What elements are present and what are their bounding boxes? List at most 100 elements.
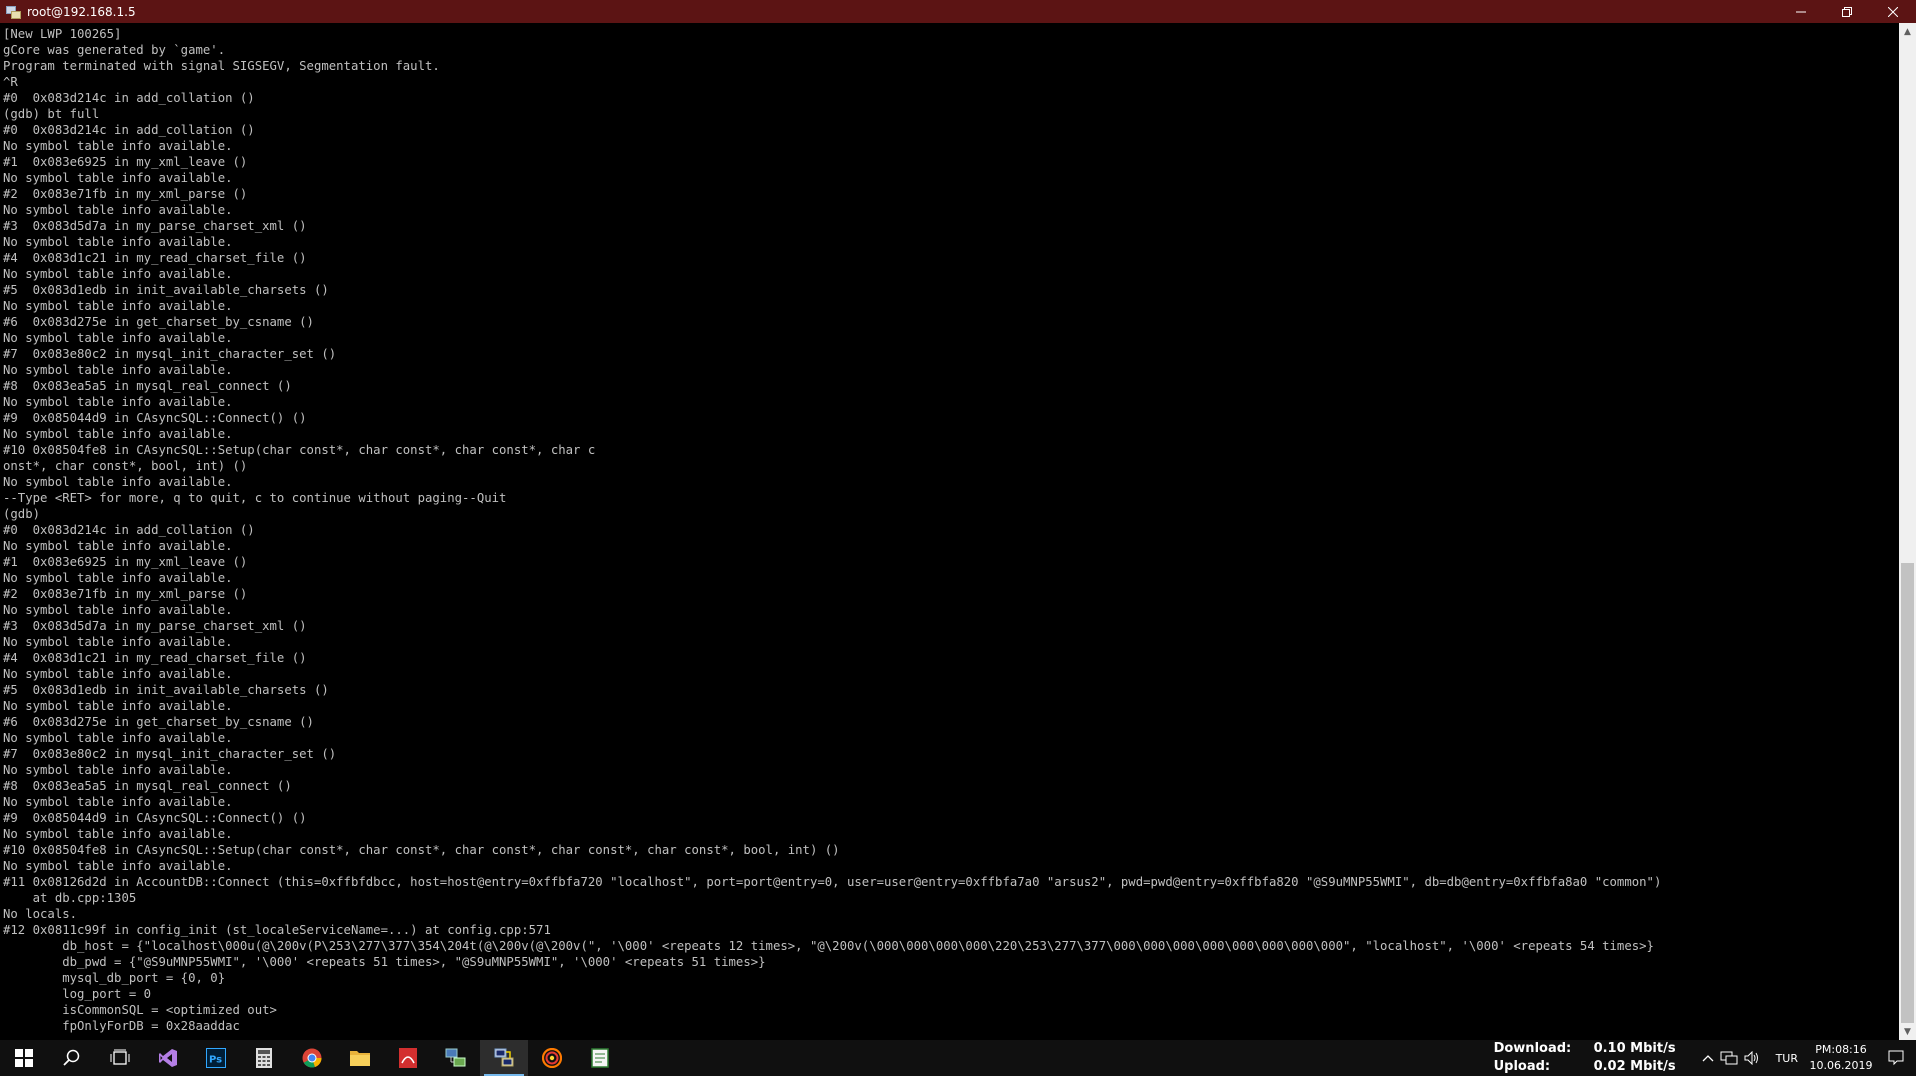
clock[interactable]: PM:08:16 10.06.2019 — [1806, 1042, 1876, 1074]
terminal-line: No symbol table info available. — [3, 203, 233, 217]
chrome-button[interactable] — [288, 1040, 336, 1076]
task-view-icon — [110, 1049, 130, 1065]
visual-studio-button[interactable] — [144, 1040, 192, 1076]
terminal-line: #6 0x083d275e in get_charset_by_csname (… — [3, 315, 314, 329]
terminal-line: #1 0x083e6925 in my_xml_leave () — [3, 155, 248, 169]
terminal-line: No symbol table info available. — [3, 667, 233, 681]
network-app-button[interactable] — [432, 1040, 480, 1076]
notification-center-button[interactable] — [1876, 1040, 1916, 1076]
close-icon — [1888, 6, 1898, 17]
download-value: 0.10 Mbit/s — [1593, 1041, 1676, 1056]
colorful-circle-icon — [542, 1048, 562, 1068]
minimize-button[interactable] — [1778, 0, 1824, 23]
terminal-line: No symbol table info available. — [3, 571, 233, 585]
terminal-line: #9 0x085044d9 in CAsyncSQL::Connect() () — [3, 811, 307, 825]
terminal-line: #3 0x083d5d7a in my_parse_charset_xml () — [3, 219, 307, 233]
folder-icon — [350, 1051, 370, 1066]
upload-label: Upload: — [1493, 1059, 1551, 1074]
start-button[interactable] — [0, 1040, 48, 1076]
calculator-icon — [256, 1048, 272, 1068]
terminal-line: No symbol table info available. — [3, 635, 233, 649]
scroll-down-icon[interactable]: ▼ — [1899, 1023, 1916, 1040]
terminal-line: #10 0x08504fe8 in CAsyncSQL::Setup(char … — [3, 843, 840, 857]
window-title: root@192.168.1.5 — [27, 4, 136, 19]
notepad-button[interactable] — [576, 1040, 624, 1076]
terminal-line: #0 0x083d214c in add_collation () — [3, 91, 255, 105]
restore-button[interactable] — [1824, 0, 1870, 23]
colorful-app-button[interactable] — [528, 1040, 576, 1076]
search-icon — [63, 1049, 80, 1066]
scroll-up-icon[interactable]: ▲ — [1899, 23, 1916, 40]
tray-icons — [1702, 1051, 1760, 1065]
volume-icon[interactable] — [1744, 1051, 1760, 1065]
terminal-line: (gdb) bt full — [3, 107, 100, 121]
terminal-line: log_port = 0 — [3, 987, 152, 1001]
terminal-line: gCore was generated by `game'. — [3, 43, 226, 57]
terminal-line: --Type <RET> for more, q to quit, c to c… — [3, 491, 507, 505]
terminal-line: No symbol table info available. — [3, 427, 233, 441]
terminal-line: No symbol table info available. — [3, 699, 233, 713]
putty-button[interactable] — [480, 1040, 528, 1076]
terminal-line: #1 0x083e6925 in my_xml_leave () — [3, 555, 248, 569]
terminal-line: No symbol table info available. — [3, 235, 233, 249]
terminal-line: No symbol table info available. — [3, 731, 233, 745]
terminal-line: #12 0x0811c99f in config_init (st_locale… — [3, 923, 551, 937]
terminal-line: ^R — [3, 75, 18, 89]
terminal-line: #7 0x083e80c2 in mysql_init_character_se… — [3, 747, 337, 761]
restore-icon — [1842, 6, 1852, 17]
search-button[interactable] — [48, 1040, 96, 1076]
terminal-line: fpOnlyForDB = 0x28aaddac — [3, 1019, 240, 1033]
terminal-line: #11 0x08126d2d in AccountDB::Connect (th… — [3, 875, 1662, 889]
terminal-line: #5 0x083d1edb in init_available_charsets… — [3, 683, 329, 697]
visual-studio-icon — [159, 1049, 177, 1067]
terminal-line: at db.cpp:1305 — [3, 891, 137, 905]
network-computers-icon — [445, 1048, 466, 1067]
taskbar: Ps Download: Upload: 0.10 Mbit/s 0.02 Mb… — [0, 1040, 1916, 1076]
terminal-line: #2 0x083e71fb in my_xml_parse () — [3, 187, 248, 201]
language-indicator[interactable]: TUR — [1776, 1052, 1798, 1065]
notification-icon — [1888, 1050, 1904, 1066]
terminal-line: No symbol table info available. — [3, 363, 233, 377]
network-icon[interactable] — [1720, 1051, 1738, 1065]
scrollbar-thumb[interactable] — [1901, 563, 1914, 1023]
task-view-button[interactable] — [96, 1040, 144, 1076]
photoshop-button[interactable]: Ps — [192, 1040, 240, 1076]
calculator-button[interactable] — [240, 1040, 288, 1076]
putty-icon[interactable] — [5, 4, 21, 20]
window-controls — [1778, 0, 1916, 23]
notepad-icon — [591, 1048, 609, 1068]
terminal-line: db_pwd = {"@S9uMNP55WMI", '\000' <repeat… — [3, 955, 766, 969]
terminal-line: #9 0x085044d9 in CAsyncSQL::Connect() () — [3, 411, 307, 425]
pdf-app-button[interactable] — [384, 1040, 432, 1076]
network-speed-labels: Download: Upload: — [1494, 1040, 1594, 1076]
chevron-up-icon[interactable] — [1702, 1053, 1714, 1063]
terminal-line: [New LWP 100265] — [3, 27, 122, 41]
terminal-line: #5 0x083d1edb in init_available_charsets… — [3, 283, 329, 297]
upload-value: 0.02 Mbit/s — [1593, 1059, 1676, 1074]
file-explorer-button[interactable] — [336, 1040, 384, 1076]
terminal-output[interactable]: [New LWP 100265] gCore was generated by `… — [3, 26, 1898, 1038]
terminal-line: #0 0x083d214c in add_collation () — [3, 123, 255, 137]
title-bar: root@192.168.1.5 — [0, 0, 1916, 23]
terminal-line: No symbol table info available. — [3, 299, 233, 313]
pdf-icon — [399, 1048, 417, 1068]
terminal-line: #3 0x083d5d7a in my_parse_charset_xml () — [3, 619, 307, 633]
terminal-line: #8 0x083ea5a5 in mysql_real_connect () — [3, 779, 292, 793]
terminal-line: #4 0x083d1c21 in my_read_charset_file () — [3, 251, 307, 265]
terminal-line: #10 0x08504fe8 in CAsyncSQL::Setup(char … — [3, 443, 596, 457]
terminal-line: #7 0x083e80c2 in mysql_init_character_se… — [3, 347, 337, 361]
windows-logo-icon — [15, 1049, 33, 1067]
terminal-line: isCommonSQL = <optimized out> — [3, 1003, 277, 1017]
download-label: Download: — [1493, 1041, 1572, 1056]
terminal-line: No symbol table info available. — [3, 475, 233, 489]
clock-date: 10.06.2019 — [1809, 1059, 1873, 1072]
svg-text:Ps: Ps — [209, 1055, 222, 1066]
terminal-line: Program terminated with signal SIGSEGV, … — [3, 59, 440, 73]
terminal-line: No symbol table info available. — [3, 267, 233, 281]
close-button[interactable] — [1870, 0, 1916, 23]
network-speed-values: 0.10 Mbit/s 0.02 Mbit/s — [1594, 1040, 1694, 1076]
terminal-line: No locals. — [3, 907, 78, 921]
system-tray: Download: Upload: 0.10 Mbit/s 0.02 Mbit/… — [1494, 1040, 1916, 1076]
vertical-scrollbar[interactable]: ▲ ▼ — [1899, 23, 1916, 1040]
terminal-line: (gdb) — [3, 507, 41, 521]
